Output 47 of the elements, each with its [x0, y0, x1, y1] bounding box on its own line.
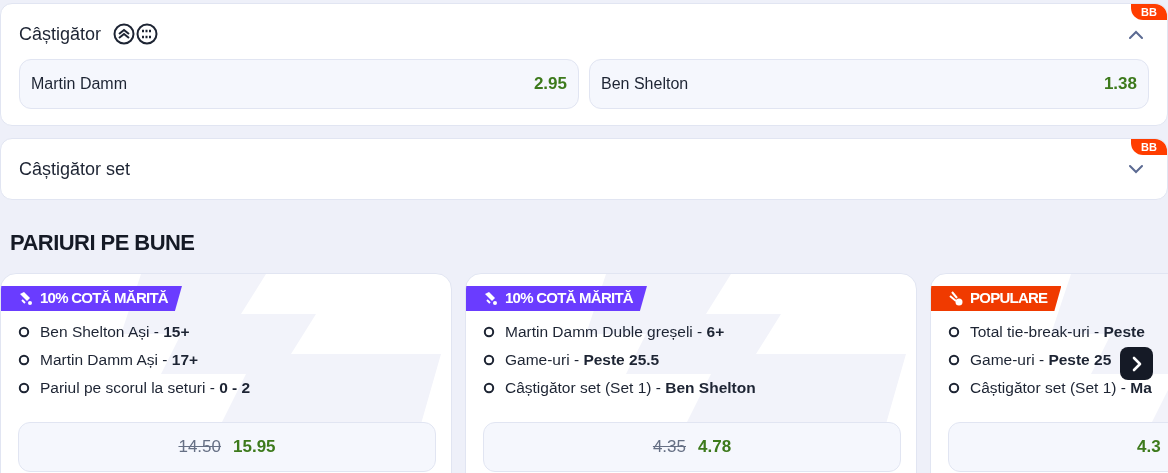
odds-button[interactable]: Martin Damm 2.95: [19, 59, 579, 109]
next-button[interactable]: [1120, 347, 1153, 380]
bb-badge: BB: [1131, 4, 1167, 20]
odds-button[interactable]: 4.35 4.78: [483, 422, 901, 472]
rocket-icon: [484, 291, 499, 306]
leg-circle-icon: [948, 326, 960, 338]
chevron-up-icon[interactable]: [1129, 30, 1143, 40]
bet-leg: Ben Shelton Ași - 15+: [40, 322, 190, 343]
odds-button[interactable]: 14.50 15.95: [18, 422, 436, 472]
section-title: PARIURI PE BUNE: [10, 229, 195, 257]
market-title: Câștigător set: [19, 157, 131, 181]
leg-circle-icon: [18, 354, 30, 366]
old-odds: 4.35: [652, 436, 686, 459]
chevron-right-icon: [1130, 355, 1143, 372]
odds-button[interactable]: Ben Shelton 1.38: [589, 59, 1149, 109]
bet-leg: Game-uri - Peste 25.5: [505, 350, 660, 371]
odds-button[interactable]: 4.3: [948, 422, 1168, 472]
odds-value: 1.38: [1103, 73, 1137, 96]
odds-value: 4.78: [698, 436, 732, 459]
promo-tag: POPULARE: [931, 286, 1062, 311]
leg-circle-icon: [483, 382, 495, 394]
bet-leg: Martin Damm Ași - 17+: [40, 350, 199, 371]
promo-tag: 10% COTĂ MĂRITĂ: [466, 286, 647, 311]
leg-circle-icon: [18, 326, 30, 338]
leg-circle-icon: [948, 354, 960, 366]
bb-badge: BB: [1131, 139, 1167, 155]
leg-circle-icon: [483, 354, 495, 366]
bet-leg: Pariul pe scorul la seturi - 0 - 2: [40, 378, 251, 399]
old-odds: 14.50: [178, 436, 221, 459]
bet-leg: Câștigător set (Set 1) - Ma: [970, 378, 1152, 399]
player-name: Ben Shelton: [601, 74, 689, 94]
chevron-down-icon[interactable]: [1129, 164, 1143, 174]
leg-circle-icon: [483, 326, 495, 338]
bet-leg: Martin Damm Duble greșeli - 6+: [505, 322, 725, 343]
odds-value: 15.95: [233, 436, 276, 459]
rocket-icon: [19, 291, 34, 306]
promo-tag: 10% COTĂ MĂRITĂ: [1, 286, 182, 311]
bet-leg: Câștigător set (Set 1) - Ben Shelton: [505, 378, 756, 399]
leg-circle-icon: [18, 382, 30, 394]
bet-leg: Total tie-break-uri - Peste: [970, 322, 1145, 343]
odds-value: 2.95: [533, 73, 567, 96]
comet-icon: [949, 291, 964, 306]
player-name: Martin Damm: [31, 74, 127, 94]
market-title: Câștigător: [19, 22, 102, 46]
leg-circle-icon: [948, 382, 960, 394]
bet-leg: Game-uri - Peste 25: [970, 350, 1112, 371]
odds-value: 4.3: [1137, 436, 1161, 459]
